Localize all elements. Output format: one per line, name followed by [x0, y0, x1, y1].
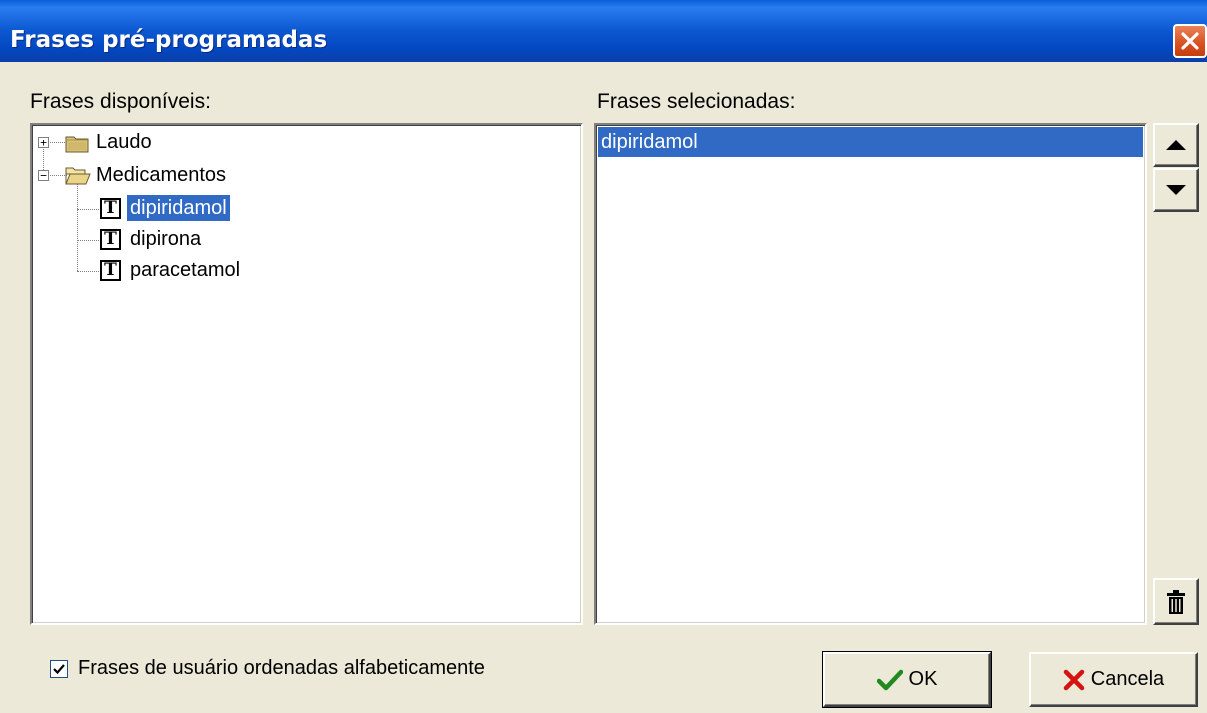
collapse-icon[interactable]: −	[38, 170, 49, 181]
tree-connector	[77, 240, 99, 241]
folder-icon	[65, 136, 89, 153]
tree-connector	[77, 183, 78, 271]
text-phrase-icon: T	[100, 198, 121, 219]
selected-phrases-label: Frases selecionadas:	[597, 90, 796, 113]
sort-alphabetically-option[interactable]: Frases de usuário ordenadas alfabeticame…	[50, 657, 485, 680]
tree-item-dipirona[interactable]: dipirona	[127, 226, 204, 252]
text-phrase-icon: T	[100, 229, 121, 250]
cancel-label: Cancela	[1090, 668, 1165, 690]
tree-item-paracetamol[interactable]: paracetamol	[127, 257, 243, 283]
available-phrases-tree[interactable]: + Laudo − Medicamentos T dipiridamol T d…	[30, 123, 583, 625]
window-title: Frases pré-programadas	[10, 27, 328, 53]
sort-alphabetically-checkbox[interactable]	[50, 659, 68, 678]
close-icon	[1181, 32, 1199, 50]
red-x-icon	[1063, 669, 1085, 690]
tree-connector	[77, 271, 99, 272]
tree-item-medicamentos[interactable]: Medicamentos	[93, 162, 229, 188]
cancel-button[interactable]: Cancela	[1029, 652, 1198, 707]
list-item[interactable]: dipiridamol	[598, 127, 1143, 157]
dialog-window: Frases pré-programadas Frases disponívei…	[0, 0, 1207, 713]
checkmark-icon	[876, 669, 903, 690]
selected-phrases-list[interactable]: dipiridamol	[594, 123, 1147, 625]
title-bar[interactable]: Frases pré-programadas	[0, 0, 1207, 62]
tree-item-laudo[interactable]: Laudo	[93, 129, 155, 155]
delete-button[interactable]	[1153, 578, 1199, 625]
available-phrases-label: Frases disponíveis:	[30, 90, 211, 113]
arrow-up-icon	[1166, 140, 1186, 150]
close-button[interactable]	[1173, 24, 1207, 58]
text-phrase-icon: T	[100, 260, 121, 281]
expand-icon[interactable]: +	[38, 137, 49, 148]
check-icon	[53, 663, 65, 674]
arrow-down-icon	[1166, 185, 1186, 195]
ok-label: OK	[908, 668, 938, 690]
trash-icon	[1167, 589, 1185, 614]
tree-connector	[77, 209, 99, 210]
tree-item-dipiridamol[interactable]: dipiridamol	[126, 194, 231, 222]
ok-button[interactable]: OK	[822, 651, 992, 708]
open-folder-icon	[65, 167, 91, 185]
move-up-button[interactable]	[1153, 123, 1199, 167]
move-down-button[interactable]	[1153, 168, 1199, 212]
sort-alphabetically-label: Frases de usuário ordenadas alfabeticame…	[78, 657, 485, 679]
